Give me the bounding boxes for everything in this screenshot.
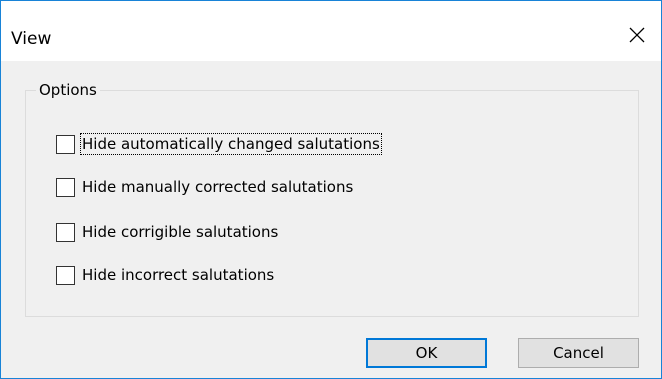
- checkbox-label[interactable]: Hide manually corrected salutations: [81, 177, 354, 197]
- view-dialog: View Options Hide automatically changed …: [0, 0, 662, 379]
- close-button[interactable]: [615, 15, 661, 55]
- options-groupbox: Options Hide automatically changed salut…: [25, 81, 639, 317]
- window-title: View: [11, 29, 52, 49]
- checkbox-label[interactable]: Hide corrigible salutations: [81, 222, 279, 242]
- hide-manually-corrected-checkbox[interactable]: Hide manually corrected salutations: [56, 176, 354, 198]
- checkbox-label[interactable]: Hide incorrect salutations: [81, 265, 275, 285]
- hide-incorrect-checkbox[interactable]: Hide incorrect salutations: [56, 264, 275, 286]
- hide-corrigible-checkbox[interactable]: Hide corrigible salutations: [56, 221, 279, 243]
- hide-automatically-changed-checkbox[interactable]: Hide automatically changed salutations: [56, 133, 382, 155]
- ok-button[interactable]: OK: [366, 338, 487, 368]
- checkbox-box[interactable]: [56, 222, 75, 242]
- cancel-button[interactable]: Cancel: [518, 338, 639, 368]
- checkbox-label[interactable]: Hide automatically changed salutations: [80, 133, 382, 155]
- checkbox-box[interactable]: [56, 265, 75, 285]
- close-icon: [629, 27, 645, 43]
- checkbox-box[interactable]: [56, 177, 75, 197]
- checkbox-box[interactable]: [56, 134, 75, 154]
- title-bar: View: [1, 1, 661, 61]
- options-group-label: Options: [36, 81, 100, 99]
